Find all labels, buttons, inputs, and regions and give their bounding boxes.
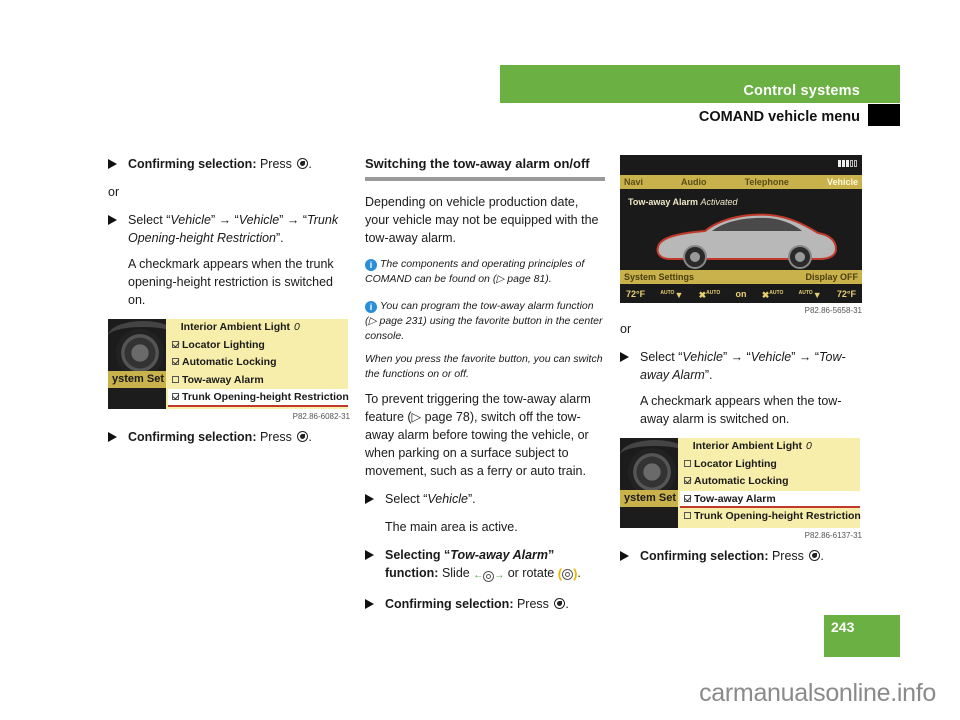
tab-vehicle[interactable]: Vehicle	[827, 175, 858, 189]
menu-item-locator-lighting[interactable]: Locator Lighting	[680, 456, 860, 474]
bottom-function-bar: System Settings Display OFF	[620, 270, 862, 284]
main-function-bar: Navi Audio Telephone Vehicle	[620, 175, 862, 189]
menu-item-trunk-restriction[interactable]: Trunk Opening-height Restriction	[168, 389, 349, 407]
menu-list: Interior Ambient Light 0 Locator Lighting…	[168, 319, 349, 407]
step-select-trunk: Select “Vehicle” → “Vehicle” → “Trunk Op…	[108, 211, 350, 247]
bullet-triangle-icon	[365, 550, 374, 560]
menu-item-tow-away-alarm[interactable]: Tow-away Alarm	[168, 372, 348, 390]
column-3: Navi Audio Telephone Vehicle Tow-away Al…	[620, 155, 862, 575]
car-wheel-graphic	[628, 448, 676, 496]
watermark: carmanualsonline.info	[699, 679, 936, 707]
bullet-triangle-icon	[620, 551, 629, 561]
subsection-title: COMAND vehicle menu	[698, 109, 860, 125]
airflow-left-auto: AUTO▼	[660, 290, 684, 300]
checkmark-note: A checkmark appears when the tow-away al…	[640, 394, 842, 426]
checkmark-note: A checkmark appears when the trunk openi…	[128, 257, 334, 307]
section-heading: Switching the tow-away alarm on/off	[365, 155, 605, 181]
bullet-triangle-icon	[620, 352, 629, 362]
or-text: or	[108, 185, 120, 199]
menu-item-interior-ambient-light[interactable]: Interior Ambient Light 0	[680, 438, 860, 456]
warning-paragraph: To prevent triggering the tow-away alarm…	[365, 392, 591, 478]
tab-navi[interactable]: Navi	[624, 175, 643, 189]
column-2: Switching the tow-away alarm on/off Depe…	[365, 155, 605, 623]
signal-strength-icon	[838, 160, 857, 167]
section-header-bar: Control systems	[500, 65, 900, 103]
ac-status: on	[735, 289, 747, 299]
info-note: i You can program the tow-away alarm func…	[365, 300, 603, 342]
temp-left: 72°F	[626, 289, 646, 299]
tab-audio[interactable]: Audio	[681, 175, 707, 189]
menu-left-panel: ystem Set	[620, 438, 678, 528]
step-confirm-selection: Confirming selection: Press .	[108, 428, 350, 446]
info-note: i The components and operating principles…	[365, 258, 585, 285]
fan-right-auto: ✖AUTO	[761, 290, 784, 300]
system-settings-label: ystem Set	[620, 490, 678, 507]
checkbox-unchecked-icon	[172, 375, 179, 383]
climate-status-bar: 72°F AUTO▼ ✖AUTO on ✖AUTO AUTO▼ 72°F	[620, 285, 862, 303]
bullet-triangle-icon	[108, 215, 117, 225]
vehicle-menu-screenshot: ystem Set Interior Ambient Light 0 Locato…	[108, 319, 349, 409]
main-area-note: The main area is active.	[385, 520, 518, 534]
menu-list: Interior Ambient Light 0 Locator Lighting…	[680, 438, 861, 526]
bullet-triangle-icon	[365, 599, 374, 609]
airflow-right-auto: AUTO▼	[798, 290, 822, 300]
bullet-triangle-icon	[108, 432, 117, 442]
checkbox-unchecked-icon	[684, 512, 691, 520]
info-icon: i	[365, 259, 377, 271]
menu-item-interior-ambient-light[interactable]: Interior Ambient Light 0	[168, 319, 348, 337]
menu-left-panel: ystem Set	[108, 319, 166, 409]
info-icon: i	[365, 301, 377, 313]
info-note-continued: When you press the favorite button, you …	[365, 353, 603, 380]
menu-item-tow-away-alarm[interactable]: Tow-away Alarm	[680, 490, 860, 509]
page-number: 243	[831, 619, 855, 635]
menu-item-trunk-restriction[interactable]: Trunk Opening-height Restriction	[680, 508, 861, 526]
or-text: or	[620, 322, 632, 336]
checkbox-checked-icon	[172, 340, 179, 348]
bullet-triangle-icon	[108, 159, 117, 169]
step-select-tow-away: Selecting “Tow-away Alarm” function: Sli…	[365, 546, 605, 585]
press-button-icon	[554, 598, 566, 609]
figure-caption: P82.86-5658-31	[804, 306, 862, 315]
press-button-icon	[297, 158, 309, 169]
press-button-icon	[297, 431, 309, 442]
page-number-box: 243	[824, 615, 900, 657]
temp-right: 72°F	[836, 289, 856, 299]
comand-display-screenshot: Navi Audio Telephone Vehicle Tow-away Al…	[620, 155, 862, 303]
step-select-tow-away-menu: Select “Vehicle” → “Vehicle” → “Tow-away…	[620, 348, 862, 384]
rotate-controller-icon: ()	[557, 566, 578, 581]
figure-caption: P82.86-6082-31	[292, 412, 350, 421]
checkbox-checked-icon	[172, 358, 179, 366]
header-marker	[868, 104, 900, 126]
step-confirm-selection: Confirming selection: Press .	[108, 155, 350, 173]
menu-item-locator-lighting[interactable]: Locator Lighting	[168, 337, 348, 355]
system-settings-label: ystem Set	[108, 371, 166, 388]
slide-controller-icon: ← →	[473, 570, 505, 582]
step-confirm-selection: Confirming selection: Press .	[620, 547, 862, 565]
column-1: Confirming selection: Press . or Select …	[108, 155, 350, 456]
bullet-triangle-icon	[365, 494, 374, 504]
fan-left-auto: ✖AUTO	[698, 290, 721, 300]
step-select-vehicle: Select “Vehicle”.	[365, 490, 605, 508]
checkbox-checked-icon	[684, 477, 691, 485]
step-confirm-selection: Confirming selection: Press .	[365, 595, 605, 613]
figure-caption: P82.86-6137-31	[804, 531, 862, 540]
tab-telephone[interactable]: Telephone	[745, 175, 789, 189]
checkbox-checked-icon	[172, 393, 179, 401]
car-wheel-graphic	[116, 329, 164, 377]
car-illustration	[656, 213, 838, 269]
intro-paragraph: Depending on vehicle production date, yo…	[365, 195, 599, 245]
vehicle-menu-screenshot: ystem Set Interior Ambient Light 0 Locato…	[620, 438, 861, 528]
checkbox-checked-icon	[684, 494, 691, 502]
checkbox-unchecked-icon	[684, 459, 691, 467]
menu-item-automatic-locking[interactable]: Automatic Locking	[680, 473, 860, 491]
menu-item-automatic-locking[interactable]: Automatic Locking	[168, 354, 348, 372]
display-off-button[interactable]: Display OFF	[805, 270, 858, 284]
system-settings-button[interactable]: System Settings	[624, 270, 694, 284]
press-button-icon	[809, 550, 821, 561]
section-title: Control systems	[743, 83, 860, 99]
